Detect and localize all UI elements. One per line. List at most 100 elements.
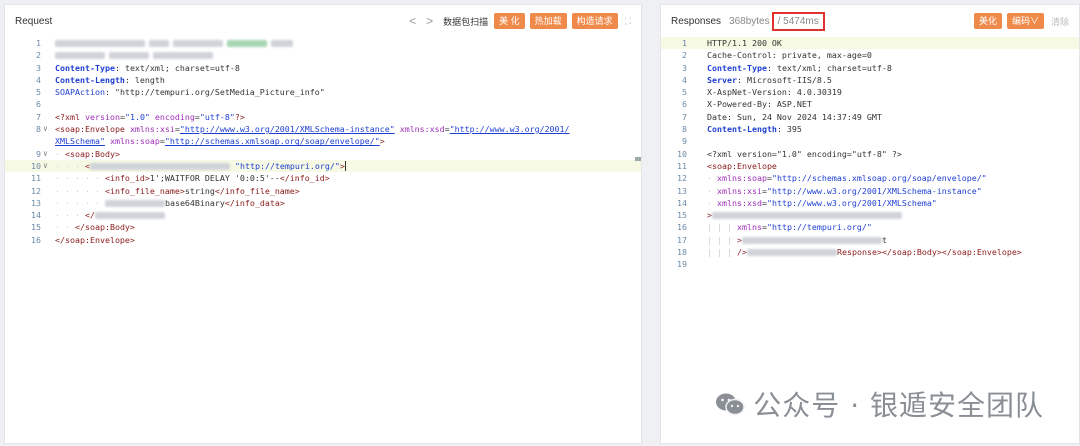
- request-code-line[interactable]: 14 · · · </: [5, 209, 641, 221]
- request-code-line[interactable]: 10 ∨ · · · < "http://tempuri.org/">: [5, 159, 641, 173]
- response-code-line[interactable]: 1 HTTP/1.1 200 OK: [661, 37, 1079, 50]
- code-token: encoding: [149, 111, 195, 122]
- request-code-line[interactable]: 8 ∨ <soap:Envelope xmlns:xsi="http://www.w…: [5, 123, 641, 135]
- code-token: · ·: [55, 222, 75, 233]
- request-code-line[interactable]: 7 <?xml version="1.0" encoding="utf-8"?>: [5, 111, 641, 123]
- line-number: 15: [677, 210, 687, 221]
- line-number: 16: [31, 234, 41, 245]
- response-code-line[interactable]: 6 X-Powered-By: ASP.NET: [661, 98, 1079, 110]
- code-token: </soap:Body>: [74, 222, 135, 233]
- code-token: "http://www.w3.org/2001/XMLSchema-instan…: [766, 185, 982, 196]
- line-number: 6: [682, 99, 687, 110]
- response-code-line[interactable]: 11 <soap:Envelope: [661, 160, 1079, 172]
- request-code-line[interactable]: 1: [5, 37, 641, 49]
- code-token: Response></soap:Body></soap:Envelope>: [836, 247, 1022, 258]
- line-number: 11: [31, 173, 41, 184]
- fold-chevron-icon[interactable]: ∨: [43, 148, 53, 160]
- packet-scan-button[interactable]: 数据包扫描: [443, 15, 488, 28]
- redacted-header: [55, 49, 217, 61]
- code-token: "http://schemas.xmlsoap.org/soap/envelop…: [164, 136, 380, 147]
- request-code-line[interactable]: 13 · · · · · base64Binary</info_data>: [5, 197, 641, 209]
- request-code-line[interactable]: 6: [5, 98, 641, 110]
- response-header: Responses 368bytes / 5474ms 美化 编码∨ 清除: [661, 5, 1079, 37]
- response-code-line[interactable]: 8 Content-Length: 395: [661, 123, 1079, 135]
- request-code-line[interactable]: 11 · · · · · <info_id>1';WAITFOR DELAY '0…: [5, 172, 641, 184]
- response-code-line[interactable]: 18 | | | /> Response></soap:Body></soap:En…: [661, 246, 1079, 258]
- response-code-line[interactable]: 9: [661, 135, 1079, 147]
- request-editor[interactable]: 1 2 3 Content-Type: text/xml; charset=utf-8…: [5, 37, 641, 443]
- response-code-line[interactable]: 4 Server: Microsoft-IIS/8.5: [661, 74, 1079, 86]
- code-token: <info_id>: [104, 173, 150, 184]
- response-code-line[interactable]: 2 Cache-Control: private, max-age=0: [661, 49, 1079, 61]
- clear-button[interactable]: 清除: [1051, 15, 1069, 28]
- response-code-line[interactable]: 17 | | | > t: [661, 234, 1079, 246]
- expand-icon[interactable]: ⛶: [625, 16, 631, 27]
- code-token: : 395: [776, 124, 802, 135]
- line-number: 11: [677, 160, 687, 171]
- hot-load-button[interactable]: 热加载: [529, 13, 567, 29]
- request-code-line[interactable]: 16 </soap:Envelope>: [5, 234, 641, 246]
- code-token: : Microsoft-IIS/8.5: [736, 74, 832, 85]
- request-code-line[interactable]: 9 ∨ · <soap:Body>: [5, 148, 641, 160]
- code-token: "http://tempuri.org/": [229, 160, 340, 171]
- code-token: · · · · ·: [55, 185, 105, 196]
- redacted-text: [89, 162, 230, 170]
- request-code-line[interactable]: 12 · · · · · <info_file_name>string</info…: [5, 185, 641, 197]
- code-token: xmlns:soap: [717, 173, 767, 184]
- code-text: · · · < "http://tempuri.org/">: [55, 160, 346, 172]
- response-code-line[interactable]: 13 · xmlns:xsi="http://www.w3.org/2001/XM…: [661, 185, 1079, 197]
- nav-prev-icon[interactable]: <: [409, 14, 416, 28]
- code-token: SOAPAction: [55, 87, 105, 98]
- response-code-line[interactable]: 15 >: [661, 209, 1079, 221]
- code-token: xmlns:xsi: [129, 124, 175, 135]
- line-number: 19: [677, 259, 687, 270]
- request-code-line[interactable]: 15 · · </soap:Body>: [5, 221, 641, 233]
- code-token: · · ·: [55, 210, 85, 221]
- response-code-line[interactable]: 14 · xmlns:xsd="http://www.w3.org/2001/XM…: [661, 197, 1079, 209]
- response-code-line[interactable]: 10 <?xml version="1.0" encoding="utf-8" ?…: [661, 148, 1079, 160]
- response-beautify-button[interactable]: 美化: [973, 13, 1002, 29]
- code-token: Server: [707, 74, 737, 85]
- construct-request-button[interactable]: 构造请求: [571, 13, 618, 29]
- redacted-text: [271, 40, 293, 47]
- code-text: HTTP/1.1 200 OK: [707, 37, 782, 49]
- code-text: | | | > t: [707, 234, 887, 246]
- response-code-line[interactable]: 5 X-AspNet-Version: 4.0.30319: [661, 86, 1079, 98]
- code-text: · · · · · <info_id>1';WAITFOR DELAY '0:0…: [55, 172, 330, 184]
- beautify-button[interactable]: 美 化: [494, 13, 525, 29]
- code-token: <soap:Envelope: [55, 124, 130, 135]
- redacted-text: [712, 212, 902, 220]
- encode-dropdown[interactable]: 编码∨: [1006, 13, 1044, 29]
- code-text: · xmlns:xsd="http://www.w3.org/2001/XMLS…: [707, 197, 937, 209]
- code-token: xmlns:xsd: [717, 197, 762, 208]
- code-token: ·: [707, 173, 717, 184]
- code-token: <soap:Envelope: [707, 160, 777, 171]
- response-size: 368bytes: [729, 15, 770, 27]
- fold-chevron-icon[interactable]: ∨: [43, 123, 53, 135]
- code-text: · · </soap:Body>: [55, 221, 135, 233]
- code-token: base64Binary: [164, 197, 225, 208]
- fold-chevron-icon[interactable]: ∨: [43, 160, 53, 172]
- response-code-line[interactable]: 7 Date: Sun, 24 Nov 2024 14:37:49 GMT: [661, 111, 1079, 123]
- code-token: "http://schemas.xmlsoap.org/soap/envelop…: [771, 173, 987, 184]
- code-text: X-AspNet-Version: 4.0.30319: [707, 86, 842, 98]
- code-token: "http://tempuri.org/": [766, 222, 872, 233]
- response-code-line[interactable]: 19: [661, 258, 1079, 270]
- request-code-line[interactable]: 3 Content-Type: text/xml; charset=utf-8: [5, 62, 641, 74]
- code-text: <soap:Envelope: [707, 160, 777, 172]
- line-number: 6: [36, 99, 41, 110]
- request-code-line[interactable]: XMLSchema" xmlns:soap="http://schemas.xm…: [5, 135, 641, 147]
- response-code-line[interactable]: 16 | | | xmlns="http://tempuri.org/": [661, 221, 1079, 233]
- response-code-line[interactable]: 12 · xmlns:soap="http://schemas.xmlsoap.o…: [661, 172, 1079, 184]
- redacted-text: [173, 40, 223, 47]
- response-editor[interactable]: 1 HTTP/1.1 200 OK 2 Cache-Control: private,…: [661, 37, 1079, 443]
- redacted-text: [104, 199, 165, 207]
- request-code-line[interactable]: 5 SOAPAction: "http://tempuri.org/SetMedi…: [5, 86, 641, 98]
- code-text: X-Powered-By: ASP.NET: [707, 98, 812, 110]
- request-code-line[interactable]: 4 Content-Length: length: [5, 74, 641, 86]
- response-code-line[interactable]: 3 Content-Type: text/xml; charset=utf-8: [661, 62, 1079, 74]
- line-number: 12: [677, 173, 687, 184]
- code-text: · · · </: [55, 209, 165, 221]
- nav-next-icon[interactable]: >: [426, 14, 433, 28]
- request-code-line[interactable]: 2: [5, 49, 641, 61]
